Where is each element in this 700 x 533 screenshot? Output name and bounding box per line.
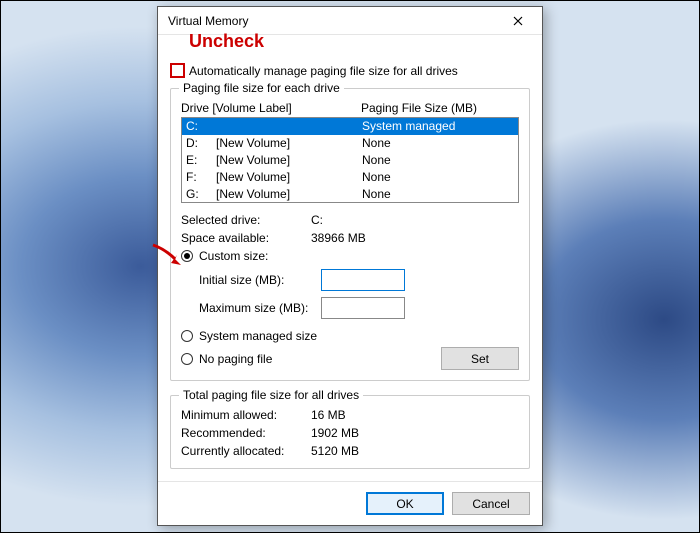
drive-paging-size: None — [362, 169, 391, 186]
auto-manage-label: Automatically manage paging file size fo… — [189, 64, 458, 78]
drive-row[interactable]: D:[New Volume]None — [182, 135, 518, 152]
drive-volume-label: [New Volume] — [216, 186, 362, 203]
drive-list-header: Drive [Volume Label] Paging File Size (M… — [181, 101, 519, 115]
drive-volume-label — [216, 118, 362, 135]
custom-size-label: Custom size: — [199, 249, 268, 263]
drive-letter: F: — [186, 169, 216, 186]
recommended-value: 1902 MB — [311, 426, 359, 440]
header-drive-label: Drive [Volume Label] — [181, 101, 361, 115]
drive-paging-size: None — [362, 152, 391, 169]
drive-paging-size: None — [362, 135, 391, 152]
maximum-size-label: Maximum size (MB): — [199, 301, 311, 315]
drive-row[interactable]: G:[New Volume]None — [182, 186, 518, 203]
system-managed-label: System managed size — [199, 329, 317, 343]
drive-letter: E: — [186, 152, 216, 169]
no-paging-radio[interactable] — [181, 353, 193, 365]
recommended-label: Recommended: — [181, 426, 311, 440]
min-allowed-label: Minimum allowed: — [181, 408, 311, 422]
initial-size-label: Initial size (MB): — [199, 273, 311, 287]
drive-row[interactable]: E:[New Volume]None — [182, 152, 518, 169]
drive-volume-label: [New Volume] — [216, 169, 362, 186]
cancel-button[interactable]: Cancel — [452, 492, 530, 515]
close-icon — [513, 16, 523, 26]
per-drive-group-title: Paging file size for each drive — [179, 81, 344, 95]
totals-group-title: Total paging file size for all drives — [179, 388, 363, 402]
currently-allocated-value: 5120 MB — [311, 444, 359, 458]
space-available-value: 38966 MB — [311, 231, 366, 245]
system-managed-radio[interactable] — [181, 330, 193, 342]
selected-drive-label: Selected drive: — [181, 213, 311, 227]
min-allowed-value: 16 MB — [311, 408, 346, 422]
drive-list[interactable]: C:System managedD:[New Volume]NoneE:[New… — [181, 117, 519, 203]
titlebar: Virtual Memory — [158, 7, 542, 35]
dialog-button-row: OK Cancel — [158, 481, 542, 525]
drive-letter: C: — [186, 118, 216, 135]
auto-manage-checkbox[interactable] — [170, 63, 185, 78]
initial-size-input[interactable] — [321, 269, 405, 291]
no-paging-label: No paging file — [199, 352, 272, 366]
drive-volume-label: [New Volume] — [216, 135, 362, 152]
set-button[interactable]: Set — [441, 347, 519, 370]
currently-allocated-label: Currently allocated: — [181, 444, 311, 458]
custom-size-radio[interactable] — [181, 250, 193, 262]
drive-letter: D: — [186, 135, 216, 152]
header-size-label: Paging File Size (MB) — [361, 101, 477, 115]
per-drive-group: Paging file size for each drive Drive [V… — [170, 88, 530, 381]
drive-volume-label: [New Volume] — [216, 152, 362, 169]
virtual-memory-dialog: Virtual Memory Automatically manage pagi… — [157, 6, 543, 526]
drive-paging-size: None — [362, 186, 391, 203]
close-button[interactable] — [500, 9, 536, 33]
ok-button[interactable]: OK — [366, 492, 444, 515]
drive-paging-size: System managed — [362, 118, 455, 135]
space-available-label: Space available: — [181, 231, 311, 245]
window-title: Virtual Memory — [168, 14, 500, 28]
drive-row[interactable]: C: System managed — [182, 118, 518, 135]
maximum-size-input[interactable] — [321, 297, 405, 319]
drive-row[interactable]: F:[New Volume]None — [182, 169, 518, 186]
drive-letter: G: — [186, 186, 216, 203]
selected-drive-value: C: — [311, 213, 323, 227]
totals-group: Total paging file size for all drives Mi… — [170, 395, 530, 469]
